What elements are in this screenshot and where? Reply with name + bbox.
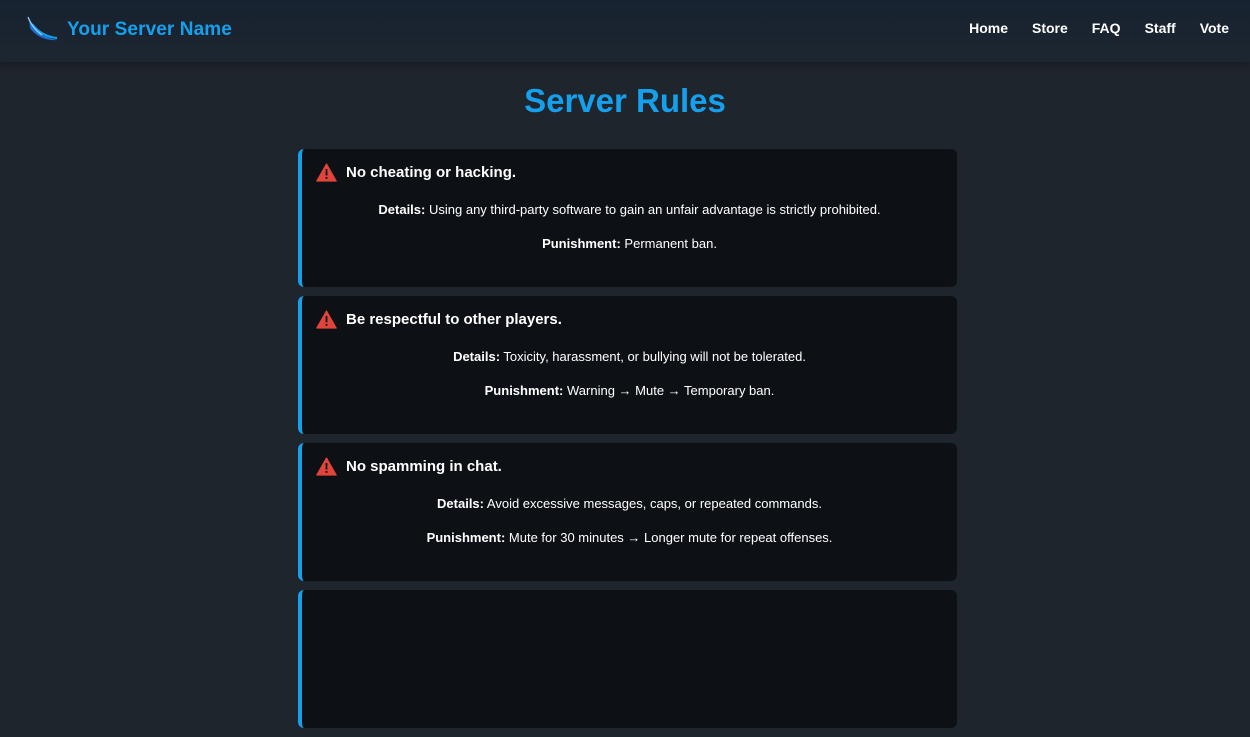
main-nav: Home Store FAQ Staff Vote [945,20,1229,36]
warning-icon [316,310,337,329]
rule-card: Be respectful to other players. Details:… [298,296,957,434]
brand[interactable]: Your Server Name [27,14,232,46]
punishment-text: Warning → Mute → Temporary ban. [567,383,775,398]
rule-punishment: Punishment: Permanent ban. [302,236,957,251]
rule-card: No spamming in chat. Details: Avoid exce… [298,443,957,581]
brand-name: Your Server Name [67,19,232,40]
wing-swoosh-icon [27,16,59,44]
details-text: Using any third-party software to gain a… [428,202,881,217]
punishment-text: Permanent ban. [624,236,717,251]
nav-home[interactable]: Home [969,20,1008,36]
site-header: Your Server Name Home Store FAQ Staff Vo… [0,0,1250,62]
punishment-text: Mute for 30 minutes → Longer mute for re… [508,530,833,545]
punishment-label: Punishment: [484,383,564,398]
rules-list: No cheating or hacking. Details: Using a… [298,149,957,737]
rule-card: No cheating or hacking. Details: Using a… [298,149,957,287]
rule-title: No spamming in chat. [346,458,502,475]
warning-icon [316,163,337,182]
nav-vote[interactable]: Vote [1200,20,1229,36]
details-label: Details: [453,349,501,364]
rule-header: No spamming in chat. [316,457,502,476]
rule-header: Be respectful to other players. [316,310,562,329]
nav-store[interactable]: Store [1032,20,1068,36]
rule-details: Details: Using any third-party software … [302,202,957,217]
warning-icon [316,457,337,476]
details-label: Details: [378,202,426,217]
punishment-label: Punishment: [542,236,621,251]
rule-details: Details: Avoid excessive messages, caps,… [302,496,957,511]
rule-punishment: Punishment: Warning → Mute → Temporary b… [302,383,957,398]
details-text: Avoid excessive messages, caps, or repea… [486,496,822,511]
rule-header: No cheating or hacking. [316,163,516,182]
punishment-label: Punishment: [426,530,506,545]
details-text: Toxicity, harassment, or bullying will n… [503,349,806,364]
details-label: Details: [437,496,484,511]
rule-details: Details: Toxicity, harassment, or bullyi… [302,349,957,364]
nav-staff[interactable]: Staff [1145,20,1176,36]
rule-card-partial [298,590,957,728]
page-title: Server Rules [524,82,726,119]
rule-title: No cheating or hacking. [346,164,517,181]
rule-title: Be respectful to other players. [346,311,562,328]
nav-faq[interactable]: FAQ [1092,20,1121,36]
rule-punishment: Punishment: Mute for 30 minutes → Longer… [302,530,957,545]
